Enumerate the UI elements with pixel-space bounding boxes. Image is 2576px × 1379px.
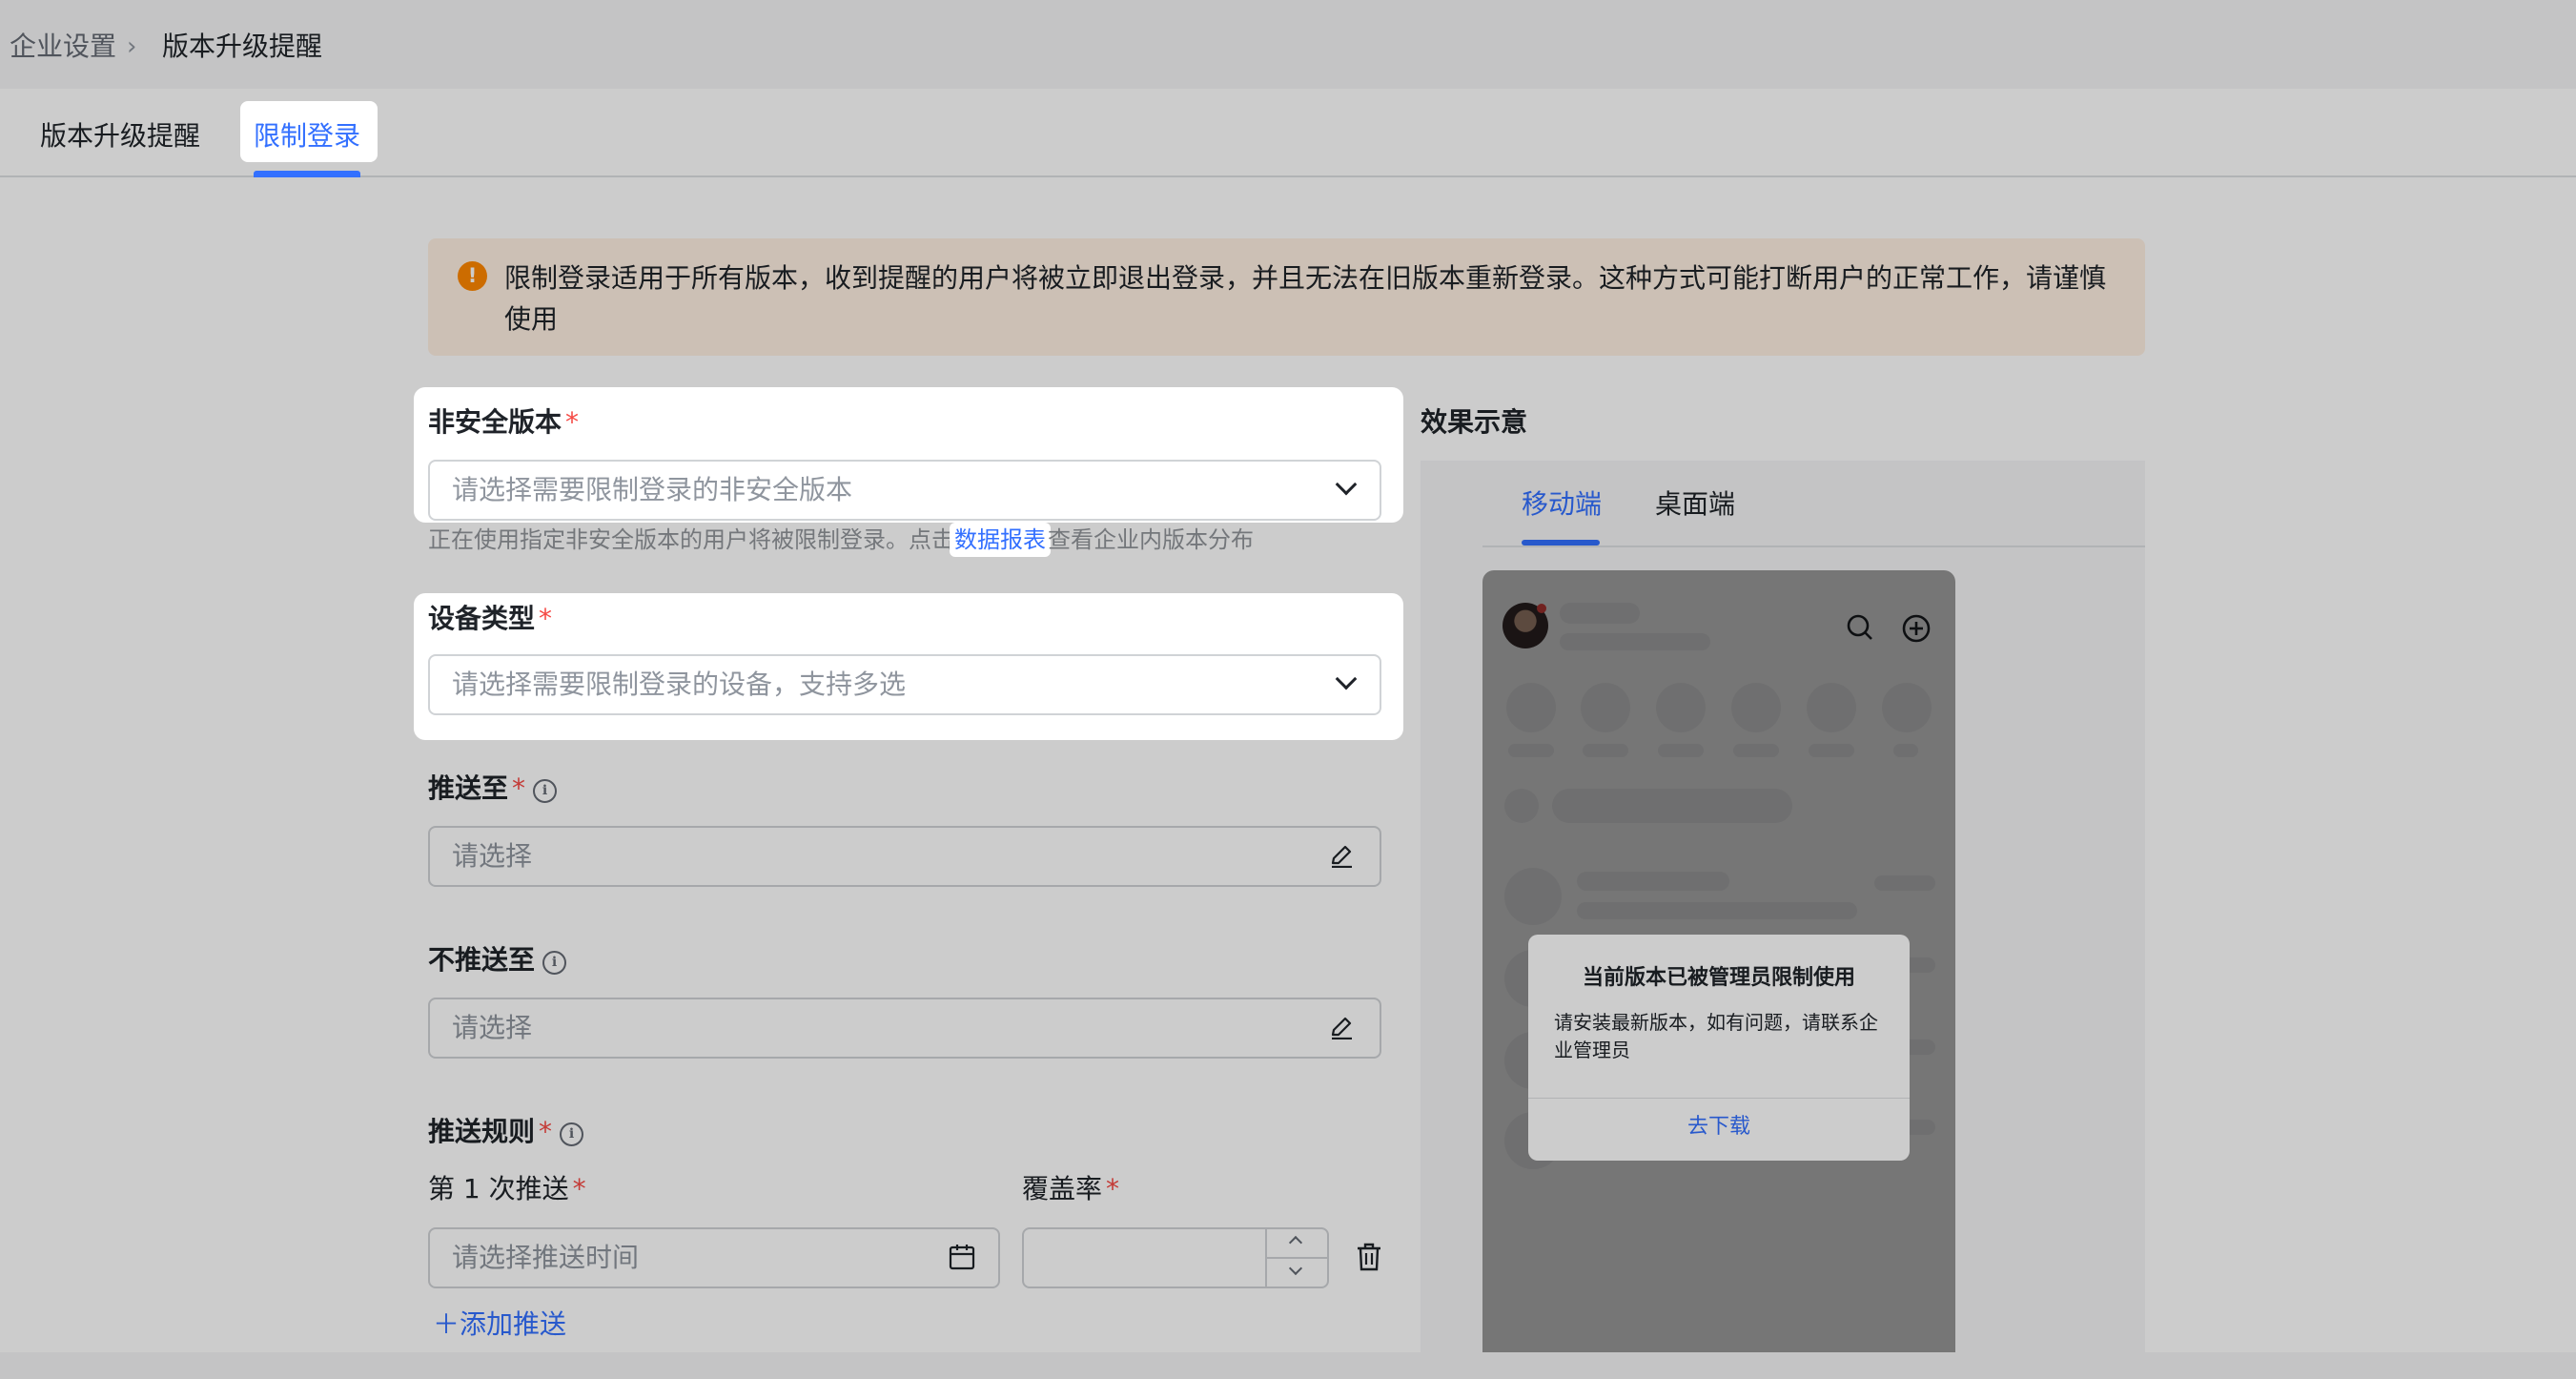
insecure-version-label-text: 非安全版本 [428, 406, 562, 438]
device-type-label-text: 设备类型 [428, 603, 536, 634]
tab-restrict-login[interactable]: 限制登录 [254, 118, 360, 154]
device-type-label: 设备类型 * [428, 601, 552, 637]
insecure-version-label: 非安全版本 * [428, 404, 579, 441]
device-type-placeholder: 请选择需要限制登录的设备，支持多选 [452, 669, 907, 700]
required-mark: * [565, 406, 580, 438]
tab-active-indicator [254, 171, 360, 177]
insecure-version-placeholder: 请选择需要限制登录的非安全版本 [452, 474, 853, 505]
insecure-version-hint-suffix: 查看企业内版本分布 [1048, 526, 1254, 553]
insecure-version-hint: 正在使用指定非安全版本的用户将被限制登录。点击 [428, 526, 954, 553]
data-report-link[interactable]: 数据报表 [954, 524, 1046, 556]
required-mark: * [539, 603, 553, 634]
